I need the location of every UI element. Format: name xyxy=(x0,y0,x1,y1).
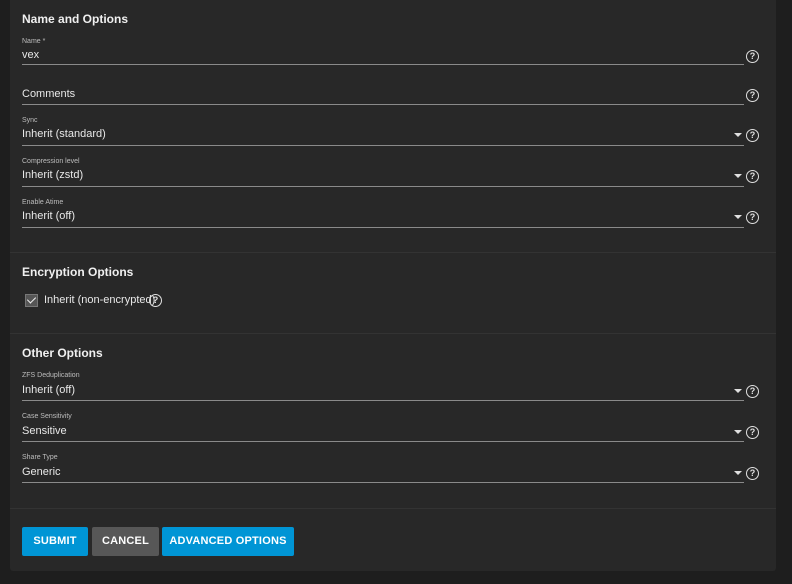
dedup-underline xyxy=(22,400,744,401)
sync-select[interactable]: Sync Inherit (standard) xyxy=(22,116,744,146)
submit-button[interactable]: SUBMIT xyxy=(22,527,88,556)
share-type-label: Share Type xyxy=(22,454,58,461)
name-underline xyxy=(22,64,744,65)
dedup-value: Inherit (off) xyxy=(22,384,75,396)
chevron-down-icon xyxy=(734,430,742,434)
chevron-down-icon xyxy=(734,174,742,178)
compression-help-icon[interactable]: ? xyxy=(746,170,759,183)
advanced-options-button[interactable]: ADVANCED OPTIONS xyxy=(162,527,294,556)
section-title-encryption: Encryption Options xyxy=(22,265,134,279)
compression-underline xyxy=(22,186,744,187)
compression-select[interactable]: Compression level Inherit (zstd) xyxy=(22,157,744,187)
atime-select[interactable]: Enable Atime Inherit (off) xyxy=(22,198,744,228)
sync-value: Inherit (standard) xyxy=(22,128,106,140)
comments-label: Comments xyxy=(22,88,76,100)
atime-help-icon[interactable]: ? xyxy=(746,211,759,224)
comments-help-icon[interactable]: ? xyxy=(746,89,759,102)
name-input[interactable]: vex xyxy=(22,49,39,61)
atime-value: Inherit (off) xyxy=(22,210,75,222)
chevron-down-icon xyxy=(734,215,742,219)
dedup-select[interactable]: ZFS Deduplication Inherit (off) xyxy=(22,371,744,401)
inherit-encryption-checkbox[interactable] xyxy=(25,294,38,307)
compression-value: Inherit (zstd) xyxy=(22,169,84,181)
comments-underline xyxy=(22,104,744,105)
compression-label: Compression level xyxy=(22,158,80,165)
encryption-help-icon[interactable]: ? xyxy=(149,294,162,307)
section-divider xyxy=(10,508,776,509)
atime-label: Enable Atime xyxy=(22,199,64,206)
share-type-underline xyxy=(22,482,744,483)
section-title-name-options: Name and Options xyxy=(22,12,129,26)
section-title-other: Other Options xyxy=(22,346,103,360)
section-divider xyxy=(10,252,776,253)
share-type-help-icon[interactable]: ? xyxy=(746,467,759,480)
case-sensitivity-select[interactable]: Case Sensitivity Sensitive xyxy=(22,412,744,442)
case-sensitivity-value: Sensitive xyxy=(22,425,67,437)
dedup-label: ZFS Deduplication xyxy=(22,372,80,379)
sync-underline xyxy=(22,145,744,146)
cancel-button[interactable]: CANCEL xyxy=(92,527,159,556)
chevron-down-icon xyxy=(734,133,742,137)
comments-field[interactable]: Comments xyxy=(22,84,744,106)
dedup-help-icon[interactable]: ? xyxy=(746,385,759,398)
case-sensitivity-label: Case Sensitivity xyxy=(22,413,72,420)
case-sensitivity-help-icon[interactable]: ? xyxy=(746,426,759,439)
share-type-value: Generic xyxy=(22,466,61,478)
inherit-encryption-label[interactable]: Inherit (non-encrypted) xyxy=(44,294,155,306)
sync-help-icon[interactable]: ? xyxy=(746,129,759,142)
share-type-select[interactable]: Share Type Generic xyxy=(22,453,744,483)
dataset-form-card: Name and Options Name * vex ? Comments ?… xyxy=(10,0,776,571)
chevron-down-icon xyxy=(734,389,742,393)
section-divider xyxy=(10,333,776,334)
name-field[interactable]: Name * vex xyxy=(22,36,744,66)
case-sensitivity-underline xyxy=(22,441,744,442)
chevron-down-icon xyxy=(734,471,742,475)
name-label: Name * xyxy=(22,38,46,45)
name-help-icon[interactable]: ? xyxy=(746,50,759,63)
atime-underline xyxy=(22,227,744,228)
sync-label: Sync xyxy=(22,117,38,124)
